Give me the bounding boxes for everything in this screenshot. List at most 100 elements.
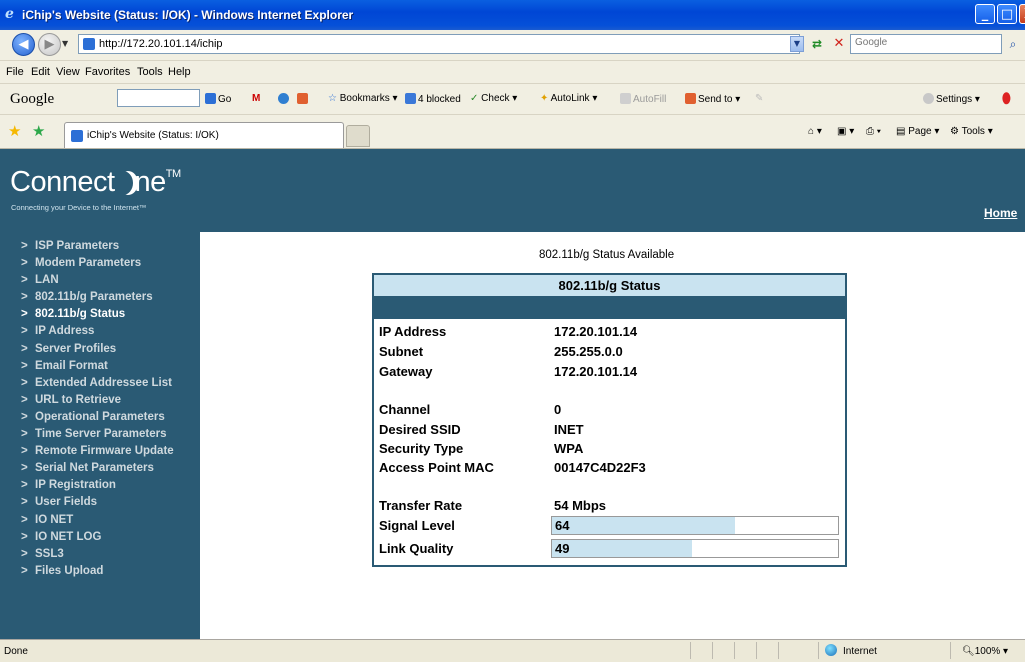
sidebar-item-user-fields[interactable]: > User Fields bbox=[21, 494, 200, 511]
spellcheck-button[interactable]: ✓ Check ▾ bbox=[470, 93, 517, 104]
popup-blocked-button[interactable]: 4 blocked bbox=[405, 93, 461, 105]
sidebar-item-label: IO NET bbox=[35, 513, 74, 526]
desired-ssid-value: INET bbox=[554, 422, 584, 437]
home-link[interactable]: Home bbox=[984, 206, 1017, 220]
signal-level-bar: 64 bbox=[551, 516, 839, 535]
status-available-text: 802.11b/g Status Available bbox=[539, 249, 675, 261]
sidebar-item-time-server-parameters[interactable]: > Time Server Parameters bbox=[21, 426, 200, 443]
sidebar-item-802-11b-g-parameters[interactable]: >802.11b/g Parameters bbox=[21, 289, 200, 306]
transfer-rate-value: 54 Mbps bbox=[554, 498, 607, 513]
settings-icon bbox=[923, 93, 934, 104]
feeds-icon[interactable]: ▣ ▾ bbox=[837, 126, 854, 137]
sidebar-item-operational-parameters[interactable]: > Operational Parameters bbox=[21, 409, 200, 426]
menu-help[interactable]: Help bbox=[168, 66, 191, 78]
bookmarks-button[interactable]: ☆ Bookmarks ▾ bbox=[328, 93, 398, 104]
search-icon[interactable]: ⌕ bbox=[1004, 35, 1022, 53]
chevron-right-icon: > bbox=[21, 359, 28, 372]
autolink-button[interactable]: ✦ AutoLink ▾ bbox=[540, 93, 597, 104]
forward-button[interactable]: ▶ bbox=[38, 33, 61, 56]
google-logo[interactable]: Google bbox=[10, 91, 54, 108]
sidebar-item-remote-firmware-update[interactable]: > Remote Firmware Update bbox=[21, 443, 200, 460]
tab-row: ★ ★ iChip's Website (Status: I/OK) ⌂ ▾ ▣… bbox=[0, 115, 1025, 149]
print-icon[interactable]: ⎙ ▾ bbox=[866, 126, 881, 137]
security-type-value: WPA bbox=[554, 441, 584, 456]
news-icon[interactable] bbox=[278, 93, 291, 105]
address-dropdown-icon[interactable]: ▼ bbox=[790, 36, 804, 52]
search-input[interactable] bbox=[855, 37, 995, 48]
home-icon[interactable]: ⌂ ▾ bbox=[808, 126, 822, 137]
page-favicon-icon bbox=[83, 38, 95, 50]
menu-file[interactable]: File bbox=[6, 66, 24, 78]
sidebar-item-label: Remote Firmware Update bbox=[35, 445, 174, 458]
sidebar-item-url-to-retrieve[interactable]: > URL to Retrieve bbox=[21, 392, 200, 409]
tab-active[interactable]: iChip's Website (Status: I/OK) bbox=[64, 122, 344, 148]
favorites-star-icon[interactable]: ★ bbox=[8, 122, 21, 140]
new-tab-button[interactable] bbox=[346, 125, 370, 147]
settings-button[interactable]: Settings ▾ bbox=[923, 93, 980, 105]
tab-favicon-icon bbox=[71, 130, 83, 142]
page-content: Connect neTM Connecting your Device to th… bbox=[0, 149, 1025, 639]
sidebar-item-email-format[interactable]: > Email Format bbox=[21, 358, 200, 375]
go-button[interactable]: Go bbox=[205, 93, 231, 105]
page-menu-button[interactable]: ▤ Page ▾ bbox=[896, 126, 939, 137]
sidebar-item-ssl3[interactable]: > SSL3 bbox=[21, 546, 200, 563]
sidebar-item-server-profiles[interactable]: > Server Profiles bbox=[21, 341, 200, 358]
maximize-button[interactable]: □ bbox=[997, 4, 1017, 24]
menu-view[interactable]: View bbox=[56, 66, 80, 78]
sidebar-item-802-11b-g-status[interactable]: >802.11b/g Status bbox=[21, 306, 200, 323]
highlighter-icon[interactable]: ✎ bbox=[755, 93, 763, 104]
signal-level-label: Signal Level bbox=[379, 518, 455, 533]
close-button[interactable]: X bbox=[1019, 4, 1025, 24]
link-quality-fill bbox=[552, 540, 693, 557]
google-search-field[interactable] bbox=[117, 89, 200, 107]
sidebar-item-ip-address[interactable]: > IP Address bbox=[21, 323, 200, 340]
sidebar-item-label: Server Profiles bbox=[35, 342, 117, 355]
google-search-input[interactable] bbox=[120, 91, 190, 102]
sidebar-item-extended-addressee-list[interactable]: > Extended Addressee List bbox=[21, 375, 200, 392]
logo-tagline: Connecting your Device to the Internet™ bbox=[11, 203, 147, 212]
refresh-icon[interactable]: ⇄ bbox=[807, 35, 827, 53]
sidebar-item-files-upload[interactable]: > Files Upload bbox=[21, 563, 200, 580]
recent-pages-dropdown-icon[interactable]: ▼ bbox=[62, 39, 68, 48]
channel-value: 0 bbox=[554, 402, 562, 417]
calendar-icon[interactable] bbox=[297, 93, 310, 105]
ip-address-label: IP Address bbox=[379, 324, 447, 339]
back-button[interactable]: ◀ bbox=[12, 33, 35, 56]
stop-icon[interactable]: ✕ bbox=[829, 35, 849, 53]
gmail-icon[interactable]: M bbox=[252, 93, 260, 104]
sidebar-item-modem-parameters[interactable]: > Modem Parameters bbox=[21, 255, 200, 272]
chevron-right-icon: > bbox=[21, 393, 28, 406]
sidebar-item-ip-registration[interactable]: > IP Registration bbox=[21, 477, 200, 494]
chevron-right-icon: > bbox=[21, 530, 28, 543]
sidebar-item-io-net[interactable]: > IO NET bbox=[21, 512, 200, 529]
gateway-label: Gateway bbox=[379, 364, 433, 379]
add-favorite-icon[interactable]: ★ bbox=[32, 122, 45, 140]
sidebar-item-serial-net-parameters[interactable]: > Serial Net Parameters bbox=[21, 460, 200, 477]
zoom-level[interactable]: 🔍︎100% ▾ bbox=[962, 646, 1008, 657]
sidebar-item-lan[interactable]: > LAN bbox=[21, 272, 200, 289]
site-header: Connect neTM Connecting your Device to th… bbox=[0, 149, 1025, 232]
autofill-button[interactable]: AutoFill bbox=[620, 93, 666, 105]
menu-tools[interactable]: Tools bbox=[137, 66, 163, 78]
chevron-right-icon: > bbox=[21, 410, 28, 423]
address-input[interactable] bbox=[99, 36, 749, 52]
minimize-button[interactable]: _ bbox=[975, 4, 995, 24]
address-field[interactable] bbox=[78, 34, 800, 54]
send-to-icon bbox=[685, 93, 696, 104]
menu-favorites[interactable]: Favorites bbox=[85, 66, 130, 78]
status-table-heading: 802.11b/g Status bbox=[374, 275, 845, 297]
pdf-icon[interactable]: ⬮ bbox=[1002, 90, 1011, 107]
menu-edit[interactable]: Edit bbox=[31, 66, 50, 78]
logo-swoosh-icon bbox=[116, 169, 134, 197]
sidebar-item-io-net-log[interactable]: > IO NET LOG bbox=[21, 529, 200, 546]
window-title-bar[interactable]: e iChip's Website (Status: I/OK) - Windo… bbox=[0, 0, 1025, 30]
status-text: Done bbox=[4, 646, 28, 657]
send-to-button[interactable]: Send to ▾ bbox=[685, 93, 740, 105]
chevron-right-icon: > bbox=[21, 325, 28, 338]
star-icon: ☆ bbox=[328, 93, 337, 104]
tools-menu-button[interactable]: ⚙ Tools ▾ bbox=[950, 126, 993, 137]
search-field[interactable] bbox=[850, 34, 1002, 54]
sidebar-item-isp-parameters[interactable]: > ISP Parameters bbox=[21, 238, 200, 255]
subnet-label: Subnet bbox=[379, 344, 424, 359]
tab-title: iChip's Website (Status: I/OK) bbox=[87, 130, 219, 141]
